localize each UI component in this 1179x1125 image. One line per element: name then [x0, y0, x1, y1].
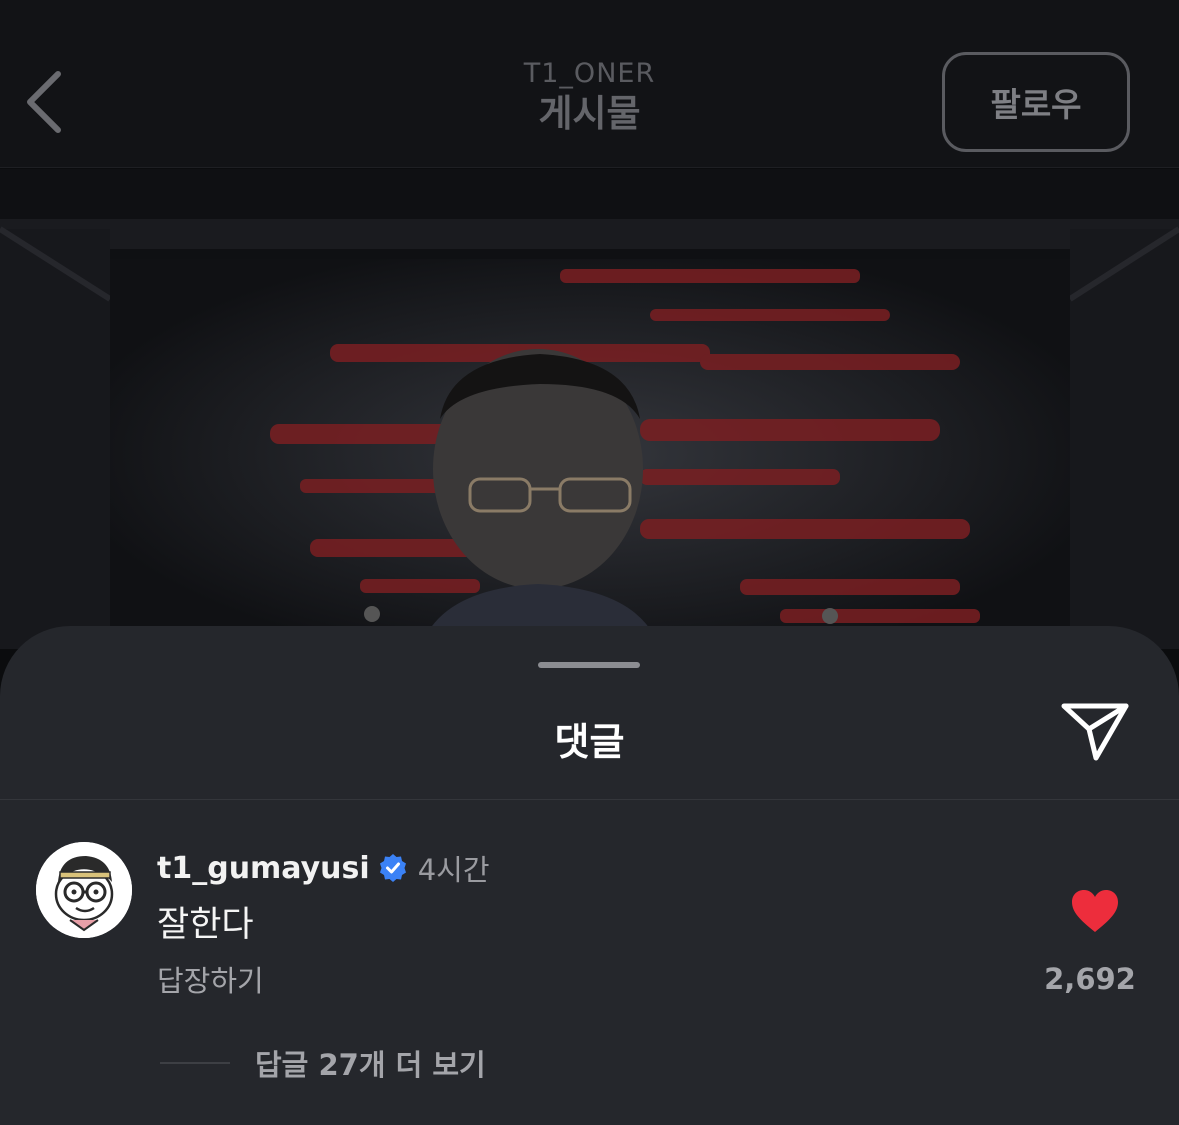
comment-timestamp: 4시간: [417, 853, 490, 887]
like-button[interactable]: [1070, 888, 1120, 934]
top-navigation-bar: T1_ONER 게시물 팔로우: [0, 0, 1179, 168]
cartoon-avatar-icon: [36, 842, 132, 938]
divider: [0, 799, 1179, 800]
drag-handle[interactable]: [538, 662, 640, 668]
comments-title: 댓글: [554, 720, 625, 764]
post-image[interactable]: [0, 169, 1179, 649]
share-button[interactable]: [1058, 700, 1132, 764]
comment-username[interactable]: t1_gumayusi: [157, 851, 370, 886]
comment-text: 잘한다: [157, 905, 254, 945]
reply-button[interactable]: 답장하기: [157, 958, 264, 1000]
heart-filled-icon: [1072, 890, 1118, 932]
view-replies-button[interactable]: 답글 27개 더 보기: [255, 1042, 486, 1084]
replies-divider-line: [160, 1062, 230, 1064]
follow-button[interactable]: 팔로우: [942, 52, 1130, 152]
like-count: 2,692: [1044, 962, 1136, 996]
verified-badge-icon: [379, 854, 406, 882]
avatar[interactable]: [36, 842, 132, 938]
comment-header: t1_gumayusi 4시간: [157, 848, 490, 888]
post-photo: [0, 169, 1179, 649]
comments-sheet: 댓글 t1_gumayusi 4시간 잘한다 답장하기 2,692 답글 27개…: [0, 626, 1179, 1125]
send-paper-plane-icon: [1061, 703, 1129, 761]
